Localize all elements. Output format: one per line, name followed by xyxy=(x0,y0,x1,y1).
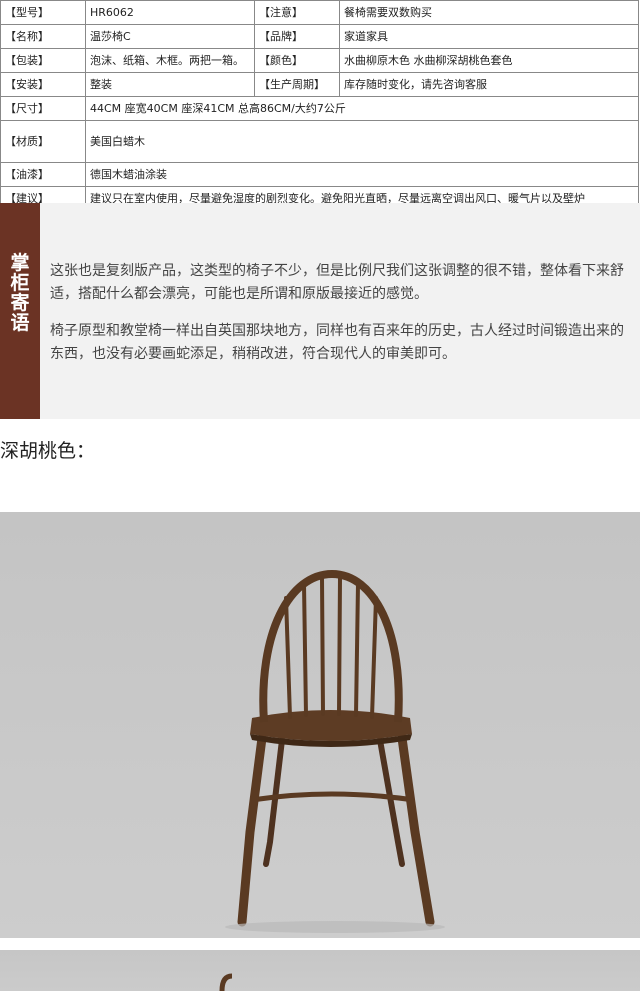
note-paragraph: 椅子原型和教堂椅一样出自英国那块地方，同样也有百来年的历史，古人经过时间锻造出来… xyxy=(50,323,624,362)
spec-row: 【型号】 HR6062 【注意】 餐椅需要双数购买 xyxy=(0,0,639,25)
spec-label: 【注意】 xyxy=(254,0,340,25)
spec-label: 【油漆】 xyxy=(0,162,86,187)
spec-value: 家道家具 xyxy=(339,24,639,49)
spec-label: 【材质】 xyxy=(0,120,86,163)
product-photo-secondary xyxy=(0,950,640,991)
spec-row: 【包装】 泡沫、纸箱、木框。两把一箱。 【颜色】 水曲柳原木色 水曲柳深胡桃色套… xyxy=(0,48,639,73)
spec-label: 【颜色】 xyxy=(254,48,340,73)
windsor-chair-illustration xyxy=(225,569,445,933)
spec-label: 【包装】 xyxy=(0,48,86,73)
spec-row: 【名称】 温莎椅C 【品牌】 家道家具 xyxy=(0,24,639,49)
chair-top-partial xyxy=(219,973,233,991)
spec-value: 餐椅需要双数购买 xyxy=(339,0,639,25)
spec-label: 【生产周期】 xyxy=(254,72,340,97)
keeper-note-body: 这张也是复刻版产品，这类型的椅子不少，但是比例尺我们这张调整的很不错，整体看下来… xyxy=(50,260,636,380)
spec-row: 【材质】 美国白蜡木 xyxy=(0,120,639,163)
spec-value: HR6062 xyxy=(85,0,255,25)
keeper-note-sidebar: 掌柜寄语 xyxy=(0,203,40,419)
spec-label: 【名称】 xyxy=(0,24,86,49)
spec-row: 【油漆】 德国木蜡油涂装 xyxy=(0,162,639,187)
spec-label: 【安装】 xyxy=(0,72,86,97)
spec-row: 【安装】 整装 【生产周期】 库存随时变化，请先咨询客服 xyxy=(0,72,639,97)
spec-label: 【品牌】 xyxy=(254,24,340,49)
spec-value: 温莎椅C xyxy=(85,24,255,49)
spec-value: 整装 xyxy=(85,72,255,97)
spec-label: 【尺寸】 xyxy=(0,96,86,121)
spec-table: 【型号】 HR6062 【注意】 餐椅需要双数购买 【名称】 温莎椅C 【品牌】… xyxy=(0,0,640,211)
spec-row: 【尺寸】 44CM 座宽40CM 座深41CM 总高86CM/大约7公斤 xyxy=(0,96,639,121)
color-variant-label: 深胡桃色： xyxy=(0,440,96,462)
spec-value: 美国白蜡木 xyxy=(85,120,639,163)
keeper-note-title: 掌柜寄语 xyxy=(10,252,30,334)
spec-value: 水曲柳原木色 水曲柳深胡桃色套色 xyxy=(339,48,639,73)
spec-value: 库存随时变化，请先咨询客服 xyxy=(339,72,639,97)
spec-value: 泡沫、纸箱、木框。两把一箱。 xyxy=(85,48,255,73)
spec-value: 德国木蜡油涂装 xyxy=(85,162,639,187)
product-photo xyxy=(0,512,640,938)
keeper-note-section: 掌柜寄语 这张也是复刻版产品，这类型的椅子不少，但是比例尺我们这张调整的很不错，… xyxy=(0,203,640,419)
spec-value: 44CM 座宽40CM 座深41CM 总高86CM/大约7公斤 xyxy=(85,96,639,121)
spec-label: 【型号】 xyxy=(0,0,86,25)
note-paragraph: 这张也是复刻版产品，这类型的椅子不少，但是比例尺我们这张调整的很不错，整体看下来… xyxy=(50,263,624,302)
